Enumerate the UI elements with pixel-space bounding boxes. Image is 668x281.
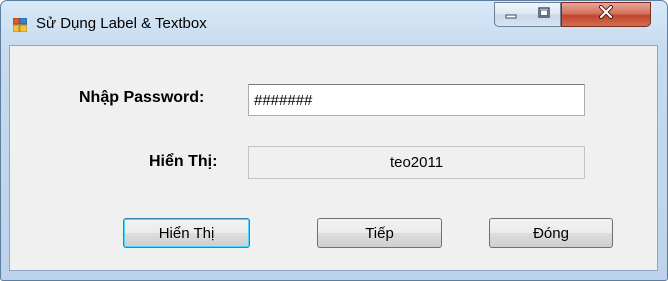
password-input[interactable] [248,84,585,116]
password-label: Nhập Password: [79,89,205,106]
app-window: Sử Dụng Label & Textbox Nhập Password: #… [0,0,668,281]
minimize-button[interactable] [494,2,528,27]
maximize-icon [537,6,551,24]
window-title: Sử Dụng Label & Textbox [36,15,207,32]
close-window-button[interactable] [561,2,651,27]
minimize-icon [504,6,518,24]
next-button[interactable]: Tiếp [317,218,442,248]
display-output: teo2011 [248,146,585,179]
display-label: Hiển Thị: [149,153,218,170]
show-button[interactable]: Hiển Thị [123,218,250,248]
display-output-text: teo2011 [389,154,444,171]
maximize-button[interactable] [527,2,561,27]
form-client-area: Nhập Password: Hiển Thị: teo2011 Hiển Th… [9,45,658,271]
title-bar[interactable]: Sử Dụng Label & Textbox [1,1,667,45]
close-button[interactable]: Đóng [489,218,613,248]
winforms-app-icon [12,17,28,33]
close-icon [598,5,614,24]
